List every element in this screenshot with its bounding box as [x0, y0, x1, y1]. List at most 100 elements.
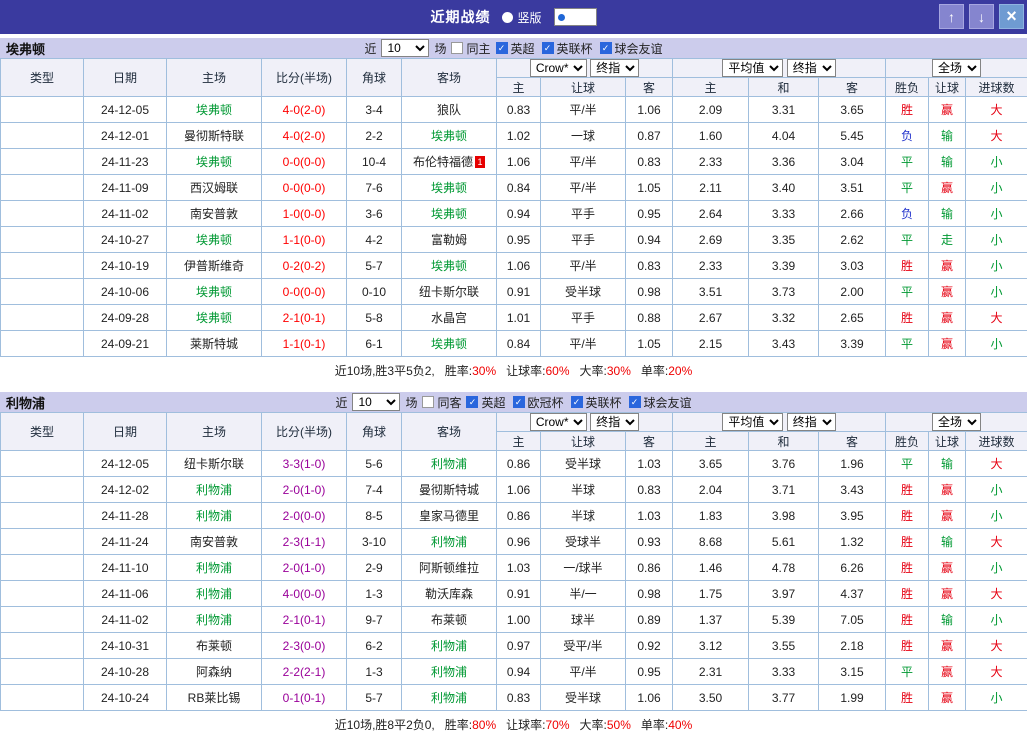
- checkbox-checked-icon[interactable]: ✓: [466, 396, 478, 408]
- home-team[interactable]: 埃弗顿: [167, 305, 262, 331]
- score-link[interactable]: 2-0(1-0): [262, 555, 347, 581]
- league-filter[interactable]: ✓球会友谊: [600, 40, 663, 57]
- home-team[interactable]: 莱斯特城: [167, 331, 262, 357]
- recent-count-select[interactable]: 10: [381, 39, 429, 57]
- layout-radio-horizontal[interactable]: 横版: [554, 8, 597, 26]
- average-select[interactable]: 平均值: [722, 413, 783, 431]
- euro-time-select[interactable]: 终指: [787, 59, 836, 77]
- home-team[interactable]: 南安普敦: [167, 529, 262, 555]
- checkbox-icon[interactable]: [422, 396, 434, 408]
- score-link[interactable]: 2-0(1-0): [262, 477, 347, 503]
- away-team[interactable]: 埃弗顿: [402, 253, 497, 279]
- away-team[interactable]: 布莱顿: [402, 607, 497, 633]
- asian-time-select[interactable]: 终指: [590, 59, 639, 77]
- euro-draw-odds: 3.73: [749, 279, 819, 305]
- league-filter[interactable]: ✓英超: [466, 394, 505, 411]
- away-team[interactable]: 埃弗顿: [402, 331, 497, 357]
- scope-select[interactable]: 全场: [932, 59, 981, 77]
- close-button[interactable]: ×: [999, 4, 1024, 29]
- score-link[interactable]: 0-0(0-0): [262, 279, 347, 305]
- checkbox-checked-icon[interactable]: ✓: [496, 42, 508, 54]
- same-venue-filter[interactable]: 同主: [451, 40, 490, 57]
- away-team[interactable]: 埃弗顿: [402, 201, 497, 227]
- score-link[interactable]: 2-1(0-1): [262, 305, 347, 331]
- home-team[interactable]: 埃弗顿: [167, 279, 262, 305]
- euro-time-select[interactable]: 终指: [787, 413, 836, 431]
- home-team[interactable]: 伊普斯维奇: [167, 253, 262, 279]
- home-team[interactable]: RB莱比锡: [167, 685, 262, 711]
- home-team[interactable]: 阿森纳: [167, 659, 262, 685]
- checkbox-checked-icon[interactable]: ✓: [571, 396, 583, 408]
- asian-time-select[interactable]: 终指: [590, 413, 639, 431]
- away-team[interactable]: 埃弗顿: [402, 123, 497, 149]
- away-team[interactable]: 埃弗顿: [402, 175, 497, 201]
- bookmaker-select[interactable]: Crow*: [530, 413, 587, 431]
- home-team[interactable]: 利物浦: [167, 607, 262, 633]
- league-filter[interactable]: ✓欧冠杯: [513, 394, 564, 411]
- league-filter[interactable]: ✓英联杯: [542, 40, 593, 57]
- away-team[interactable]: 布伦特福德1: [402, 149, 497, 175]
- away-team[interactable]: 勒沃库森: [402, 581, 497, 607]
- scope-select[interactable]: 全场: [932, 413, 981, 431]
- home-team[interactable]: 埃弗顿: [167, 97, 262, 123]
- away-team[interactable]: 狼队: [402, 97, 497, 123]
- home-team[interactable]: 埃弗顿: [167, 227, 262, 253]
- scroll-up-button[interactable]: ↑: [939, 4, 964, 29]
- recent-count-select[interactable]: 10: [352, 393, 400, 411]
- score-link[interactable]: 0-2(0-2): [262, 253, 347, 279]
- away-team[interactable]: 水晶宫: [402, 305, 497, 331]
- away-team[interactable]: 皇家马德里: [402, 503, 497, 529]
- match-row: 英超24-12-02利物浦2-0(1-0)7-4曼彻斯特城1.06半球0.832…: [1, 477, 1027, 503]
- score-link[interactable]: 4-0(0-0): [262, 581, 347, 607]
- home-team[interactable]: 埃弗顿: [167, 149, 262, 175]
- score-link[interactable]: 3-3(1-0): [262, 451, 347, 477]
- home-team[interactable]: 利物浦: [167, 477, 262, 503]
- score-link[interactable]: 0-1(0-1): [262, 685, 347, 711]
- league-filter[interactable]: ✓球会友谊: [629, 394, 692, 411]
- home-team[interactable]: 西汉姆联: [167, 175, 262, 201]
- away-team[interactable]: 利物浦: [402, 451, 497, 477]
- score-link[interactable]: 2-0(0-0): [262, 503, 347, 529]
- checkbox-checked-icon[interactable]: ✓: [542, 42, 554, 54]
- checkbox-icon[interactable]: [451, 42, 463, 54]
- away-team[interactable]: 利物浦: [402, 633, 497, 659]
- home-team[interactable]: 利物浦: [167, 503, 262, 529]
- away-team[interactable]: 利物浦: [402, 659, 497, 685]
- score-link[interactable]: 0-0(0-0): [262, 149, 347, 175]
- score-link[interactable]: 2-3(0-0): [262, 633, 347, 659]
- layout-radio-vertical[interactable]: 竖版: [502, 9, 541, 26]
- score-link[interactable]: 4-0(2-0): [262, 123, 347, 149]
- score-link[interactable]: 2-3(1-1): [262, 529, 347, 555]
- same-venue-filter[interactable]: 同客: [422, 394, 461, 411]
- home-team[interactable]: 利物浦: [167, 555, 262, 581]
- checkbox-checked-icon[interactable]: ✓: [513, 396, 525, 408]
- score-link[interactable]: 2-2(2-1): [262, 659, 347, 685]
- league-filter[interactable]: ✓英联杯: [571, 394, 622, 411]
- bookmaker-select[interactable]: Crow*: [530, 59, 587, 77]
- league-filter[interactable]: ✓英超: [496, 40, 535, 57]
- home-team[interactable]: 利物浦: [167, 581, 262, 607]
- away-team[interactable]: 利物浦: [402, 685, 497, 711]
- score-link[interactable]: 0-0(0-0): [262, 175, 347, 201]
- home-team[interactable]: 曼彻斯特联: [167, 123, 262, 149]
- home-team[interactable]: 纽卡斯尔联: [167, 451, 262, 477]
- radio-icon[interactable]: [556, 12, 567, 23]
- score-link[interactable]: 1-0(0-0): [262, 201, 347, 227]
- score-link[interactable]: 2-1(0-1): [262, 607, 347, 633]
- score-link[interactable]: 1-1(0-0): [262, 227, 347, 253]
- away-team[interactable]: 纽卡斯尔联: [402, 279, 497, 305]
- home-team[interactable]: 布莱顿: [167, 633, 262, 659]
- score-link[interactable]: 1-1(0-1): [262, 331, 347, 357]
- radio-icon[interactable]: [502, 12, 513, 23]
- away-team[interactable]: 富勒姆: [402, 227, 497, 253]
- home-team[interactable]: 南安普敦: [167, 201, 262, 227]
- away-team[interactable]: 阿斯顿维拉: [402, 555, 497, 581]
- match-row: 英超24-10-27埃弗顿1-1(0-0)4-2富勒姆0.95平手0.942.6…: [1, 227, 1027, 253]
- scroll-down-button[interactable]: ↓: [969, 4, 994, 29]
- away-team[interactable]: 利物浦: [402, 529, 497, 555]
- away-team[interactable]: 曼彻斯特城: [402, 477, 497, 503]
- average-select[interactable]: 平均值: [722, 59, 783, 77]
- checkbox-checked-icon[interactable]: ✓: [600, 42, 612, 54]
- score-link[interactable]: 4-0(2-0): [262, 97, 347, 123]
- checkbox-checked-icon[interactable]: ✓: [629, 396, 641, 408]
